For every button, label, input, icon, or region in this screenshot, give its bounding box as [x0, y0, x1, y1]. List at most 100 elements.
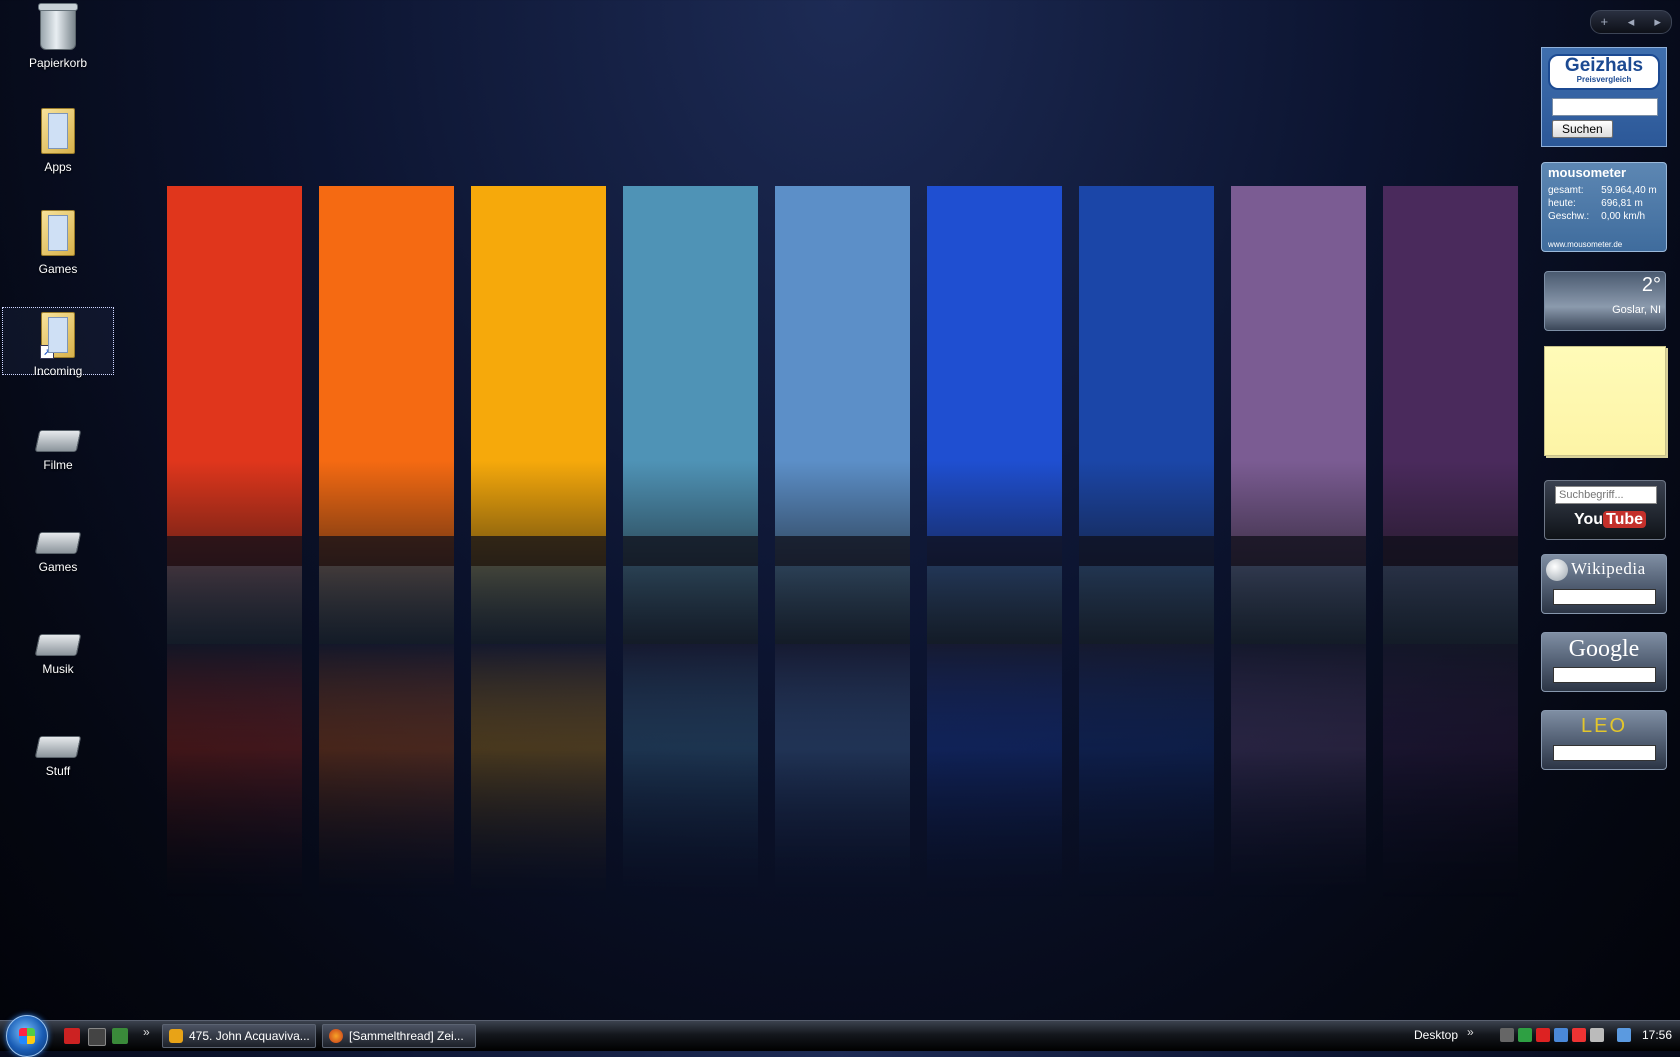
quicklaunch-app-icon[interactable]	[64, 1028, 80, 1044]
wallpaper-water	[1079, 566, 1214, 644]
wallpaper-horizon	[775, 536, 910, 566]
desktop-icon-stuff[interactable]: Stuff	[2, 716, 114, 780]
tray-antivirus-icon[interactable]	[1536, 1028, 1550, 1042]
tray-monitor-icon[interactable]	[1554, 1028, 1568, 1042]
quicklaunch-desktop-icon[interactable]	[112, 1028, 128, 1044]
mousometer-gadget: mousometer gesamt: 59.964,40 m heute: 696,…	[1541, 162, 1667, 252]
geizhals-logo-subtitle: Preisvergleich	[1576, 75, 1632, 84]
desktop-icon-label: Stuff	[45, 764, 71, 778]
wallpaper-strip	[1231, 186, 1366, 644]
stat-label: gesamt:	[1548, 185, 1584, 196]
desktop-icon-games-folder[interactable]: Games	[2, 206, 114, 276]
desktop-icon-recycle-bin[interactable]: Papierkorb	[2, 2, 114, 70]
google-logo: Google	[1568, 636, 1640, 662]
task-label: [Sammelthread] Zei...	[349, 1029, 464, 1043]
leo-search-input[interactable]	[1553, 745, 1656, 761]
wikipedia-gadget: Wikipedia	[1541, 554, 1667, 614]
wallpaper-strip-reflection	[927, 644, 1062, 944]
wallpaper-strip-reflection	[319, 644, 454, 944]
wallpaper-strip-reflection	[1383, 644, 1518, 944]
wallpaper-strip	[1079, 186, 1214, 644]
tray-connection-icon[interactable]	[1617, 1028, 1631, 1042]
recycle-bin-icon	[38, 3, 78, 50]
desktop-icon-apps[interactable]: Apps	[2, 104, 114, 174]
wallpaper-water	[471, 566, 606, 644]
mousometer-stats: gesamt: 59.964,40 m heute: 696,81 m Geschw…	[1548, 184, 1657, 223]
desktop-icon-games-drive[interactable]: Games	[2, 512, 114, 576]
wikipedia-logo-text: Wikipedia	[1571, 559, 1646, 578]
desktop-icon-musik[interactable]: Musik	[2, 614, 114, 678]
wallpaper-strip	[927, 186, 1062, 644]
youtube-search-input[interactable]	[1555, 486, 1657, 504]
previous-page-button[interactable]: ◂	[1618, 12, 1645, 32]
wallpaper-horizon	[1383, 536, 1518, 566]
wallpaper-strip-reflection	[1079, 644, 1214, 944]
desktop-icon-label: Games	[38, 262, 78, 276]
desktop-icon-label: Papierkorb	[28, 56, 88, 70]
tray-volume-icon[interactable]	[1590, 1028, 1604, 1042]
quicklaunch-window-icon[interactable]	[88, 1028, 106, 1046]
weather-location: Goslar, NI	[1612, 304, 1661, 316]
start-button[interactable]	[6, 1015, 48, 1057]
geizhals-search-input[interactable]	[1552, 98, 1658, 116]
add-gadget-button[interactable]: +	[1591, 12, 1618, 32]
weather-gadget[interactable]: 2° Goslar, NI	[1544, 271, 1666, 331]
stat-value: 59.964,40 m	[1601, 185, 1657, 196]
folder-icon	[41, 108, 75, 154]
youtube-gadget: YouTube	[1544, 480, 1666, 540]
wallpaper-horizon	[1231, 536, 1366, 566]
wallpaper-water	[775, 566, 910, 644]
drive-shortcut-icon	[34, 532, 82, 554]
wallpaper-strip	[471, 186, 606, 644]
desktop-icon-label: Incoming	[33, 364, 83, 378]
wallpaper-strip-reflection	[471, 644, 606, 944]
tray-acrobat-icon[interactable]	[1572, 1028, 1586, 1042]
google-search-input[interactable]	[1553, 667, 1656, 683]
desktop-icon-filme[interactable]: Filme	[2, 410, 114, 474]
wallpaper-horizon	[319, 536, 454, 566]
mousometer-link[interactable]: www.mousometer.de	[1548, 240, 1622, 249]
google-gadget: Google	[1541, 632, 1667, 692]
tray-network-icon[interactable]	[1518, 1028, 1532, 1042]
mousometer-row: gesamt: 59.964,40 m	[1548, 184, 1657, 197]
wallpaper-strip	[167, 186, 302, 644]
desktop-icon-incoming[interactable]: ↗ Incoming	[2, 307, 114, 378]
task-label: 475. John Acquaviva...	[189, 1029, 310, 1043]
youtube-logo-tube: Tube	[1603, 511, 1647, 528]
mousometer-row: Geschw.: 0,00 km/h	[1548, 210, 1657, 223]
sticky-note-gadget[interactable]	[1544, 346, 1666, 456]
taskbar-clock[interactable]: 17:56	[1642, 1028, 1672, 1042]
wallpaper-strip	[319, 186, 454, 644]
taskbar-button-firefox[interactable]: [Sammelthread] Zei...	[322, 1024, 476, 1048]
tray-gear-icon[interactable]	[1500, 1028, 1514, 1042]
folder-icon	[41, 210, 75, 256]
wallpaper-horizon	[623, 536, 758, 566]
drive-shortcut-icon	[34, 430, 82, 452]
desktop-icon-label: Musik	[42, 662, 74, 676]
geizhals-logo-text: Geizhals	[1564, 55, 1644, 76]
wallpaper-strip-reflection	[1231, 644, 1366, 944]
quicklaunch-overflow-chevron[interactable]: »	[143, 1025, 150, 1039]
wallpaper-horizon	[1079, 536, 1214, 566]
next-page-button[interactable]: ▸	[1644, 12, 1671, 32]
desktop-icon-label: Filme	[43, 458, 73, 472]
wallpaper-water	[319, 566, 454, 644]
desktop-toolbar[interactable]: Desktop	[1414, 1028, 1458, 1042]
desktop-icon-label: Apps	[44, 160, 72, 174]
firefox-icon	[329, 1029, 343, 1043]
wallpaper-horizon	[927, 536, 1062, 566]
sidebar-controls: + ◂ ▸	[1590, 10, 1672, 34]
wallpaper-strip-reflection	[623, 644, 758, 944]
wikipedia-search-input[interactable]	[1553, 589, 1656, 605]
wallpaper-water	[927, 566, 1062, 644]
taskbar-button-winamp[interactable]: 475. John Acquaviva...	[162, 1024, 316, 1048]
youtube-logo-you: You	[1574, 511, 1604, 528]
toolbar-overflow-chevron[interactable]: »	[1467, 1025, 1474, 1039]
wallpaper-horizon	[167, 536, 302, 566]
wallpaper-strip-reflection	[167, 644, 302, 944]
geizhals-search-button[interactable]: Suchen	[1552, 120, 1613, 138]
youtube-logo[interactable]: You Tube	[1574, 509, 1647, 531]
leo-logo: LEO	[1580, 715, 1628, 737]
taskbar: » 475. John Acquaviva... [Sammelthread] …	[0, 1015, 1680, 1057]
wikipedia-globe-icon	[1546, 559, 1568, 582]
